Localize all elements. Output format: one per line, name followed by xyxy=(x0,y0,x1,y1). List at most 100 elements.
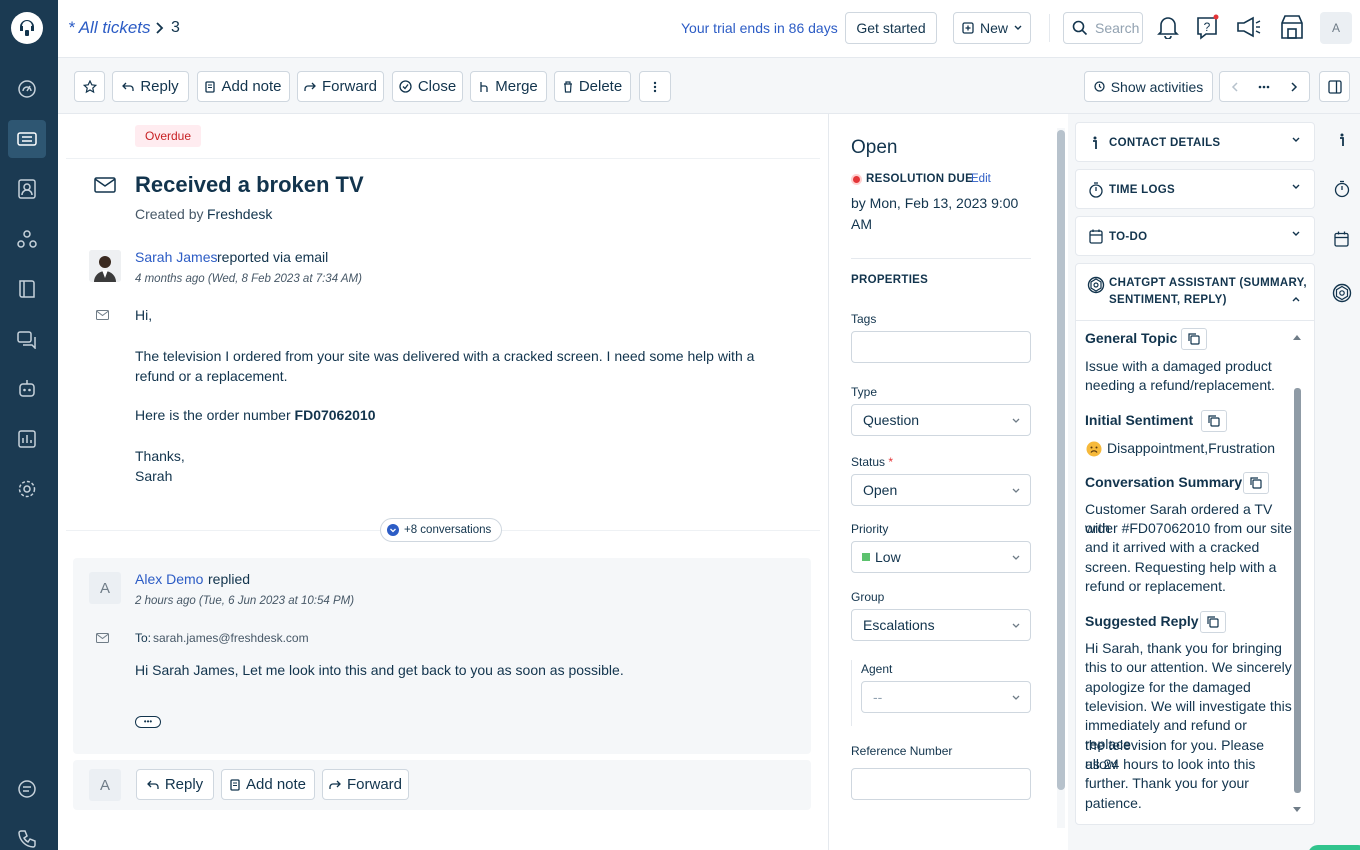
overdue-badge: Overdue xyxy=(135,125,202,147)
status-value: Open xyxy=(863,482,898,498)
bell-icon[interactable] xyxy=(1157,15,1179,39)
nav-analytics-icon[interactable] xyxy=(8,420,46,458)
more-conversations-pill[interactable]: +8 conversations xyxy=(380,518,503,542)
assistant-scrollbar[interactable] xyxy=(1293,334,1301,814)
copy-sentiment-button[interactable] xyxy=(1201,410,1227,432)
nav-tickets-icon[interactable] xyxy=(8,120,46,158)
chevron-down-icon xyxy=(1292,137,1300,143)
prev-ticket-icon[interactable] xyxy=(1231,81,1239,92)
chevron-down-icon xyxy=(1292,231,1300,237)
copy-summary-button[interactable] xyxy=(1243,472,1269,494)
message-timestamp: 4 months ago (Wed, 8 Feb 2023 at 7:34 AM… xyxy=(135,273,362,285)
add-note-button[interactable]: Add note xyxy=(197,71,290,102)
author-link[interactable]: Sarah James xyxy=(135,249,217,265)
add-note-label: Add note xyxy=(245,776,307,793)
agent-select[interactable]: -- xyxy=(861,681,1031,713)
chevron-up-icon[interactable] xyxy=(1292,296,1300,302)
time-logs-card[interactable]: TIME LOGS xyxy=(1075,169,1315,209)
scrollbar-track[interactable] xyxy=(1057,128,1065,828)
merge-button[interactable]: Merge xyxy=(470,71,547,102)
chevron-down-icon xyxy=(1011,692,1021,702)
group-label: Group xyxy=(851,590,885,604)
stopwatch-icon[interactable] xyxy=(1334,180,1350,198)
show-quoted-text-button[interactable]: ••• xyxy=(135,716,161,728)
search-box[interactable]: Search xyxy=(1063,12,1143,44)
edit-due-link[interactable]: Edit xyxy=(971,173,991,185)
priority-value: Low xyxy=(875,549,901,565)
check-circle-icon xyxy=(399,80,412,93)
forward-button[interactable]: Forward xyxy=(297,71,384,102)
scroll-down-arrow-icon[interactable] xyxy=(1293,807,1301,813)
expand-circle-icon xyxy=(387,524,399,536)
general-topic-line1: Issue with a damaged product xyxy=(1085,358,1272,374)
ticket-list-icon[interactable] xyxy=(1258,85,1270,89)
more-actions-button[interactable] xyxy=(639,71,671,102)
agent-avatar: A xyxy=(89,572,121,604)
nav-phone-icon[interactable] xyxy=(8,820,46,850)
nav-chat-icon[interactable] xyxy=(8,770,46,808)
delete-button[interactable]: Delete xyxy=(554,71,631,102)
resolution-date: by Mon, Feb 13, 2023 9:00 xyxy=(851,195,1019,211)
status-label: Status * xyxy=(851,455,893,469)
new-button[interactable]: New xyxy=(953,12,1031,44)
suggested-reply-line: this to our attention. We sincerely xyxy=(1085,659,1292,675)
message-greeting: Hi, xyxy=(135,307,153,323)
general-topic-heading: General Topic xyxy=(1085,330,1178,346)
next-ticket-icon[interactable] xyxy=(1290,81,1298,92)
copy-topic-button[interactable] xyxy=(1181,328,1207,350)
close-button[interactable]: Close xyxy=(392,71,463,102)
new-label: New xyxy=(979,20,1008,36)
reply-button[interactable]: Reply xyxy=(112,71,189,102)
scroll-up-arrow-icon[interactable] xyxy=(1293,334,1301,340)
forward-button[interactable]: Forward xyxy=(322,769,409,800)
scrollbar-thumb[interactable] xyxy=(1294,388,1301,793)
nav-dashboard-icon[interactable] xyxy=(8,70,46,108)
openai-icon[interactable] xyxy=(1332,283,1352,303)
group-select[interactable]: Escalations xyxy=(851,609,1031,641)
reply-message-card: A Alex Demo replied 2 hours ago (Tue, 6 … xyxy=(73,558,811,754)
add-note-label: Add note xyxy=(221,78,282,95)
nav-settings-icon[interactable] xyxy=(8,470,46,508)
nav-knowledge-base-icon[interactable] xyxy=(8,270,46,308)
nav-companies-icon[interactable] xyxy=(8,220,46,258)
kebab-icon xyxy=(653,81,657,93)
top-header: * All tickets 3 Your trial ends in 86 da… xyxy=(58,0,1360,58)
tags-input[interactable] xyxy=(851,331,1031,363)
todo-card[interactable]: TO-DO xyxy=(1075,216,1315,256)
calendar-icon[interactable] xyxy=(1334,231,1349,247)
user-avatar[interactable]: A xyxy=(1320,12,1352,44)
nav-bot-icon[interactable] xyxy=(8,370,46,408)
priority-select[interactable]: Low xyxy=(851,541,1031,573)
copy-reply-button[interactable] xyxy=(1200,611,1226,633)
reply-label: Reply xyxy=(140,78,179,95)
reference-number-input[interactable] xyxy=(851,768,1031,800)
status-select[interactable]: Open xyxy=(851,474,1031,506)
forward-icon xyxy=(329,780,341,790)
show-activities-button[interactable]: Show activities xyxy=(1084,71,1213,102)
breadcrumb-all-tickets[interactable]: * All tickets xyxy=(68,18,151,38)
ticket-subject: Received a broken TV xyxy=(135,172,364,197)
info-icon[interactable] xyxy=(1338,133,1346,147)
nav-forums-icon[interactable] xyxy=(8,320,46,358)
toggle-panel-button[interactable] xyxy=(1319,71,1350,102)
reply-action: replied xyxy=(208,571,251,587)
get-started-button[interactable]: Get started xyxy=(845,12,937,44)
marketplace-icon[interactable] xyxy=(1280,14,1304,40)
scrollbar-thumb[interactable] xyxy=(1057,130,1065,790)
reply-author-link[interactable]: Alex Demo xyxy=(135,571,203,587)
add-note-button[interactable]: Add note xyxy=(221,769,315,800)
trial-notice[interactable]: Your trial ends in 86 days xyxy=(681,20,838,36)
help-icon[interactable]: ? xyxy=(1194,14,1220,40)
freshdesk-logo[interactable] xyxy=(11,12,43,44)
reply-button[interactable]: Reply xyxy=(136,769,214,800)
resolution-date-time: AM xyxy=(851,216,872,232)
contact-details-card[interactable]: CONTACT DETAILS xyxy=(1075,122,1315,162)
star-button[interactable] xyxy=(74,71,105,102)
chat-widget-tab[interactable] xyxy=(1308,845,1360,850)
activity-icon xyxy=(1094,81,1105,92)
announcements-icon[interactable] xyxy=(1235,15,1261,39)
nav-contacts-icon[interactable] xyxy=(8,170,46,208)
type-select[interactable]: Question xyxy=(851,404,1031,436)
summary-line: screen. Requesting help with a xyxy=(1085,559,1277,575)
status-heading: Open xyxy=(851,137,898,158)
